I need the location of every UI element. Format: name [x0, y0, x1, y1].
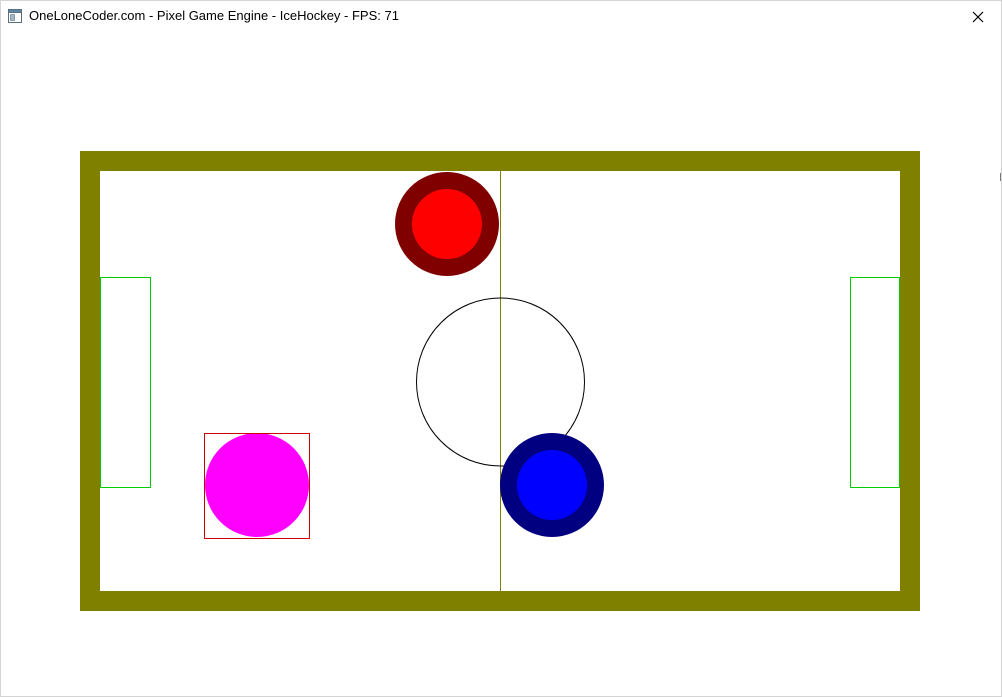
game-canvas-area[interactable]	[1, 32, 1001, 696]
title-bar[interactable]: OneLoneCoder.com - Pixel Game Engine - I…	[1, 1, 1001, 32]
red-player-paddle[interactable]	[395, 172, 499, 276]
blue-paddle-inner	[517, 450, 587, 520]
app-window-icon	[8, 9, 22, 23]
red-paddle-inner	[412, 189, 482, 259]
puck-body	[205, 433, 309, 537]
window-title: OneLoneCoder.com - Pixel Game Engine - I…	[29, 8, 399, 23]
game-canvas[interactable]	[1, 32, 1001, 696]
blue-player-paddle[interactable]	[500, 433, 604, 537]
close-button[interactable]	[955, 1, 1001, 32]
window-edge-marker	[1000, 173, 1001, 181]
close-icon	[972, 11, 984, 22]
game-window: OneLoneCoder.com - Pixel Game Engine - I…	[0, 0, 1002, 697]
